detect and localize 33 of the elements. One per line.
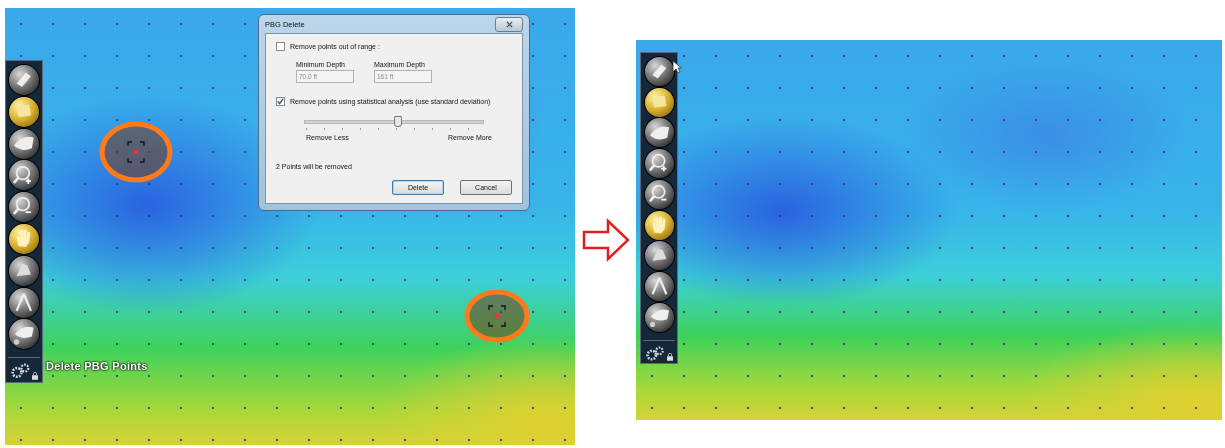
highlight-ring: [463, 288, 531, 344]
tool-button[interactable]: [9, 287, 39, 318]
tool-button[interactable]: [9, 192, 39, 223]
close-icon: [505, 20, 513, 28]
tool-button[interactable]: [644, 272, 674, 302]
settings-icon[interactable]: [645, 344, 666, 362]
tool-button[interactable]: [9, 224, 39, 254]
tool-button[interactable]: [9, 96, 39, 127]
checkbox[interactable]: [276, 97, 285, 106]
close-button[interactable]: [495, 16, 523, 32]
checkbox[interactable]: [276, 42, 285, 51]
arrow-icon: [581, 218, 630, 262]
tool-button[interactable]: [644, 241, 674, 271]
tool-button[interactable]: [9, 160, 39, 191]
tooltip-text: Delete PBG Points: [46, 360, 148, 372]
lock-icon[interactable]: [32, 371, 38, 380]
tool-button[interactable]: [9, 255, 39, 286]
dividers-icon: [13, 291, 35, 314]
tool-button[interactable]: [9, 65, 39, 95]
tool-button[interactable]: [644, 179, 674, 209]
tool-button[interactable]: [9, 128, 39, 159]
lock-icon[interactable]: [666, 353, 673, 362]
tool-button[interactable]: [644, 149, 674, 179]
cursor-icon: [672, 60, 682, 74]
settings-icon[interactable]: [10, 362, 31, 380]
tool-button[interactable]: [644, 118, 674, 148]
slider-thumb[interactable]: [393, 116, 402, 127]
tool-button[interactable]: [644, 210, 674, 240]
tool-button[interactable]: [644, 87, 674, 117]
checkmark-icon: [277, 98, 284, 105]
tool-button[interactable]: [644, 57, 674, 86]
tool-button[interactable]: [644, 302, 674, 332]
tool-button[interactable]: [9, 319, 39, 350]
